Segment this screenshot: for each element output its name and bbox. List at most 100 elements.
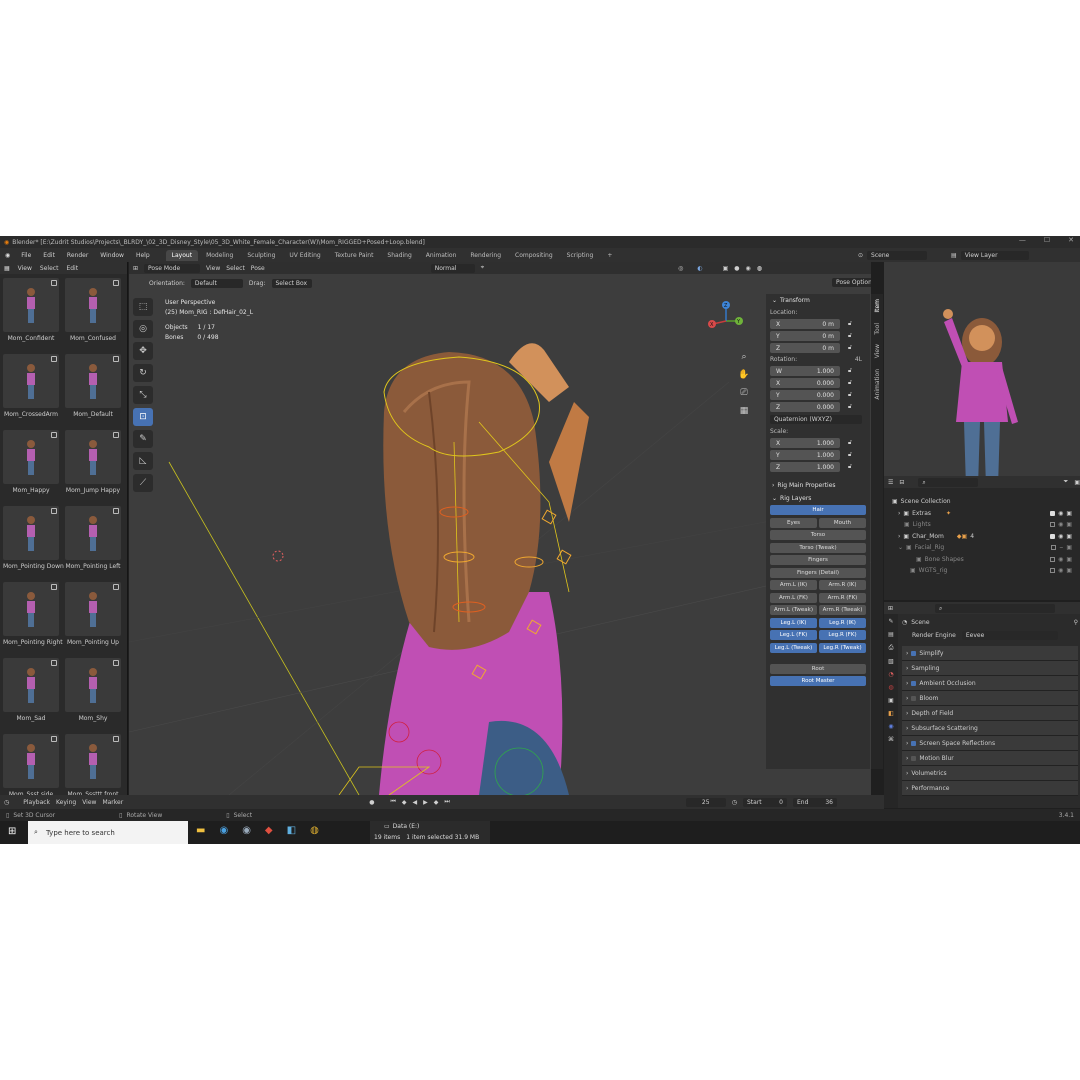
edit-icon[interactable]	[113, 508, 119, 514]
panel-depth-of-field[interactable]: › Depth of Field	[902, 706, 1078, 721]
eye-icon[interactable]: ◉	[1058, 565, 1063, 577]
lock-icon[interactable]: 🔓︎	[848, 463, 852, 471]
tab-item[interactable]: Item	[874, 296, 881, 316]
measure-tool-icon[interactable]: ◺	[133, 452, 153, 470]
scene-tab-icon[interactable]: ◔	[888, 671, 893, 678]
camera-icon[interactable]: ⎚	[740, 388, 747, 398]
simplify-checkbox[interactable]	[911, 650, 917, 656]
rotation-w-field[interactable]: W 1.000	[770, 366, 840, 376]
menu-window[interactable]: Window	[94, 252, 130, 259]
asset-item[interactable]: Mom_Shy	[65, 658, 121, 722]
layer-leg-l-ik-button[interactable]: Leg.L (IK)	[770, 617, 817, 628]
layer-hair-button[interactable]: Hair	[770, 505, 866, 515]
panel-screen-space-reflections[interactable]: › Screen Space Reflections	[902, 736, 1078, 751]
jump-start-icon[interactable]: ⏮	[390, 798, 395, 806]
tab-animation-sidebar[interactable]: Animation	[874, 366, 881, 403]
location-x-field[interactable]: X0 m	[770, 319, 840, 329]
asset-item[interactable]: Mom_Sad	[3, 658, 59, 722]
camera-restrict-icon[interactable]: ▣	[1066, 531, 1072, 543]
layer-arm-l-ik-button[interactable]: Arm.L (IK)	[770, 580, 817, 590]
asset-item[interactable]: Mom_Pointing Right	[3, 582, 63, 646]
eye-icon[interactable]: ◉	[1058, 508, 1063, 520]
layer-arm-r-fk-button[interactable]: Arm.R (FK)	[819, 592, 866, 603]
lock-icon[interactable]: 🔓︎	[848, 391, 852, 399]
camera-render-preview[interactable]	[884, 262, 1080, 498]
tab-sculpting[interactable]: Sculpting	[241, 250, 281, 261]
3d-cursor[interactable]	[272, 550, 284, 562]
outliner-item-extras[interactable]: › ▣ Extras ✦ ◉ ▣	[892, 508, 1072, 520]
lock-icon[interactable]: 🔓︎	[848, 403, 852, 411]
tool-tab-icon[interactable]: ✎	[888, 618, 893, 625]
edit-icon[interactable]	[51, 660, 57, 666]
panel-ambient-occlusion[interactable]: › Ambient Occlusion	[902, 676, 1078, 691]
layer-torso-button[interactable]: Torso	[770, 530, 866, 540]
rig-main-properties-header[interactable]: › Rig Main Properties	[766, 479, 870, 492]
layer-leg-r-ik-button[interactable]: Leg.R (IK)	[819, 617, 866, 628]
lock-icon[interactable]: 🔓︎	[848, 344, 852, 352]
layer-leg-r-fk-button[interactable]: Leg.R (FK)	[819, 630, 866, 640]
record-button[interactable]: ●	[369, 799, 374, 806]
end-frame-field[interactable]: End 36	[793, 797, 837, 807]
outliner-item-lights[interactable]: ▣ Lights ◉ ▣	[892, 519, 1072, 531]
scale-tool-icon[interactable]: ⤡	[133, 386, 153, 404]
timeline-editor-icon[interactable]: ◷	[4, 799, 9, 806]
add-workspace-icon[interactable]: +	[601, 250, 618, 261]
pan-hand-icon[interactable]: ✋	[738, 370, 749, 380]
camera-restrict-icon[interactable]: ▣	[1066, 542, 1072, 554]
camera-restrict-icon[interactable]: ▣	[1066, 565, 1072, 577]
outliner-item-char-mom[interactable]: › ▣ Char_Mom ◆▣ 4 ◉ ▣	[892, 531, 1072, 543]
lock-icon[interactable]: 🔓︎	[848, 367, 852, 375]
properties-search-input[interactable]: ⌕	[935, 603, 1056, 613]
tab-tool[interactable]: Tool	[874, 320, 881, 338]
asset-item[interactable]: Mom_Jump Happy	[65, 430, 121, 494]
panel-performance[interactable]: › Performance	[902, 781, 1078, 796]
asset-item[interactable]: Mom_Confused	[65, 278, 121, 342]
eye-icon[interactable]: ◉	[1058, 519, 1063, 531]
physics-tab-icon[interactable]: ◉	[888, 723, 893, 730]
asset-item[interactable]: Mom_Pointing Up	[65, 582, 121, 646]
zoom-icon[interactable]: ⌕	[741, 352, 746, 362]
blender-menu-icon[interactable]: ◉	[0, 252, 15, 259]
tab-shading[interactable]: Shading	[381, 250, 417, 261]
layer-leg-r-tweak-button[interactable]: Leg.R (Tweak)	[819, 642, 866, 653]
tab-compositing[interactable]: Compositing	[509, 250, 559, 261]
rotate-tool-icon[interactable]: ↻	[133, 364, 153, 382]
layer-arm-r-ik-button[interactable]: Arm.R (IK)	[819, 580, 866, 590]
properties-editor-icon[interactable]: ⊞	[888, 605, 893, 612]
camera-restrict-icon[interactable]: ▣	[1066, 554, 1072, 566]
perspective-grid-icon[interactable]: ▦	[740, 406, 749, 416]
output-tab-icon[interactable]: ⎙	[889, 644, 894, 652]
display-mode-icon[interactable]: ⊟	[899, 479, 904, 486]
edit-icon[interactable]	[113, 280, 119, 286]
menu-edit[interactable]: Edit	[37, 252, 61, 259]
edit-icon[interactable]	[51, 356, 57, 362]
tab-layout[interactable]: Layout	[165, 249, 199, 261]
outliner-item-facial-rig[interactable]: ⌄ ▣ Facial_Rig ⌣ ▣	[892, 542, 1072, 554]
scale-x-field[interactable]: X 1.000	[770, 438, 840, 448]
rotation-lock-4l[interactable]: 4L	[855, 356, 862, 363]
edit-icon[interactable]	[51, 584, 57, 590]
menu-help[interactable]: Help	[130, 252, 156, 259]
motion-blur-checkbox[interactable]	[911, 755, 917, 761]
location-z-field[interactable]: Z0 m	[770, 343, 840, 353]
edit-icon[interactable]	[51, 736, 57, 742]
ao-checkbox[interactable]	[911, 680, 917, 686]
lock-icon[interactable]: 🔓︎	[848, 439, 852, 447]
asset-item[interactable]: Mom_Ssst side	[3, 734, 59, 798]
asset-item[interactable]: Mom_Sssttt front	[65, 734, 121, 798]
keying-menu[interactable]: Keying	[56, 799, 76, 806]
asset-item[interactable]: Mom_Pointing Down	[3, 506, 64, 570]
lock-icon[interactable]: 🔓︎	[848, 379, 852, 387]
eye-icon[interactable]: ◉	[1058, 531, 1063, 543]
panel-subsurface-scattering[interactable]: › Subsurface Scattering	[902, 721, 1078, 736]
outliner-search-input[interactable]: ⌕	[918, 477, 978, 487]
bone-tool-icon[interactable]: ⟋	[133, 474, 153, 492]
tab-uv-editing[interactable]: UV Editing	[283, 250, 326, 261]
menu-render[interactable]: Render	[61, 252, 94, 259]
rotation-mode-dropdown[interactable]: Quaternion (WXYZ)	[770, 415, 862, 424]
location-y-field[interactable]: Y0 m	[770, 331, 840, 341]
render-tab-icon[interactable]: ▤	[888, 631, 894, 638]
move-tool-icon[interactable]: ✥	[133, 342, 153, 360]
outliner-editor-icon[interactable]: ☰	[888, 479, 893, 486]
panel-sampling[interactable]: › Sampling	[902, 661, 1078, 676]
